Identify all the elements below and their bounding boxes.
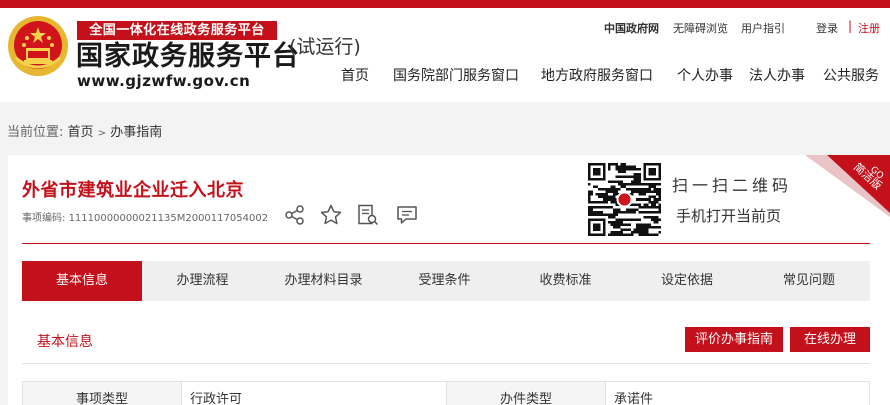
comment-icon[interactable] (395, 203, 419, 227)
top-accent-bar (0, 0, 890, 8)
form-search-icon[interactable] (356, 203, 380, 227)
tab-materials[interactable]: 办理材料目录 (263, 261, 384, 301)
star-icon[interactable] (319, 203, 343, 227)
tab-process[interactable]: 办理流程 (142, 261, 263, 301)
qr-scan-subtext: 手机打开当前页 (676, 207, 782, 225)
title-divider (22, 243, 870, 244)
item-title: 外省市建筑业企业迁入北京 (22, 180, 244, 201)
tab-faq[interactable]: 常见问题 (748, 261, 870, 301)
breadcrumb-home[interactable]: 首页 (68, 125, 94, 140)
tab-bar: 基本信息 办理流程 办理材料目录 受理条件 收费标准 设定依据 常见问题 (22, 261, 870, 301)
logo-title[interactable]: 国家政务服务平台 (76, 42, 300, 72)
item-code: 事项编码: 11110000000021135M2000117054002 (22, 209, 268, 224)
info-value-case-type: 承诺件 (614, 392, 654, 405)
breadcrumb: 当前位置: 首页 > 办事指南 (7, 121, 162, 140)
trial-label: (试运行) (289, 36, 361, 58)
evaluate-guide-button[interactable]: 评价办事指南 (685, 327, 783, 352)
national-emblem-icon (8, 16, 68, 76)
register-link[interactable]: 注册 (858, 20, 880, 36)
nav-item-home[interactable]: 首页 (341, 65, 369, 85)
nav-item-legal-person[interactable]: 法人办事 (749, 65, 805, 85)
apply-online-button[interactable]: 在线办理 (790, 327, 870, 352)
tab-fees[interactable]: 收费标准 (505, 261, 626, 301)
info-label-item-type: 事项类型 (23, 382, 181, 405)
info-label-case-type: 办件类型 (447, 382, 605, 405)
breadcrumb-prefix: 当前位置: (7, 125, 64, 140)
util-link-guide[interactable]: 用户指引 (741, 20, 785, 36)
info-value-item-type: 行政许可 (190, 392, 243, 405)
nav-item-personal[interactable]: 个人办事 (677, 65, 733, 85)
simple-version-badge[interactable]: GO 简洁版 (805, 155, 890, 217)
nav-item-public[interactable]: 公共服务 (823, 65, 879, 85)
nav-item-local-gov[interactable]: 地方政府服务窗口 (541, 65, 653, 85)
qr-code-icon (588, 163, 661, 236)
nav-item-state-council[interactable]: 国务院部门服务窗口 (393, 65, 519, 85)
qr-scan-text: 扫一扫二维码 (672, 176, 793, 195)
tab-basic-info[interactable]: 基本信息 (22, 261, 142, 301)
login-register-separator: | (848, 19, 853, 33)
logo-url: www.gjzwfw.gov.cn (77, 72, 251, 90)
logo-tagline: 全国一体化在线政务服务平台 (77, 21, 277, 40)
tab-basis[interactable]: 设定依据 (626, 261, 748, 301)
item-code-label: 事项编码: (22, 213, 66, 224)
breadcrumb-arrow: > (97, 128, 107, 139)
util-link-gov[interactable]: 中国政府网 (604, 20, 659, 36)
util-link-accessibility[interactable]: 无障碍浏览 (673, 20, 728, 36)
info-table-row: 事项类型 行政许可 办件类型 承诺件 (22, 381, 870, 405)
share-icon[interactable] (283, 203, 307, 227)
section-title: 基本信息 (37, 334, 93, 350)
tab-conditions[interactable]: 受理条件 (384, 261, 505, 301)
section-divider (22, 363, 870, 364)
breadcrumb-current: 办事指南 (110, 125, 163, 140)
login-link[interactable]: 登录 (816, 20, 838, 36)
item-code-value: 11110000000021135M2000117054002 (68, 213, 269, 224)
